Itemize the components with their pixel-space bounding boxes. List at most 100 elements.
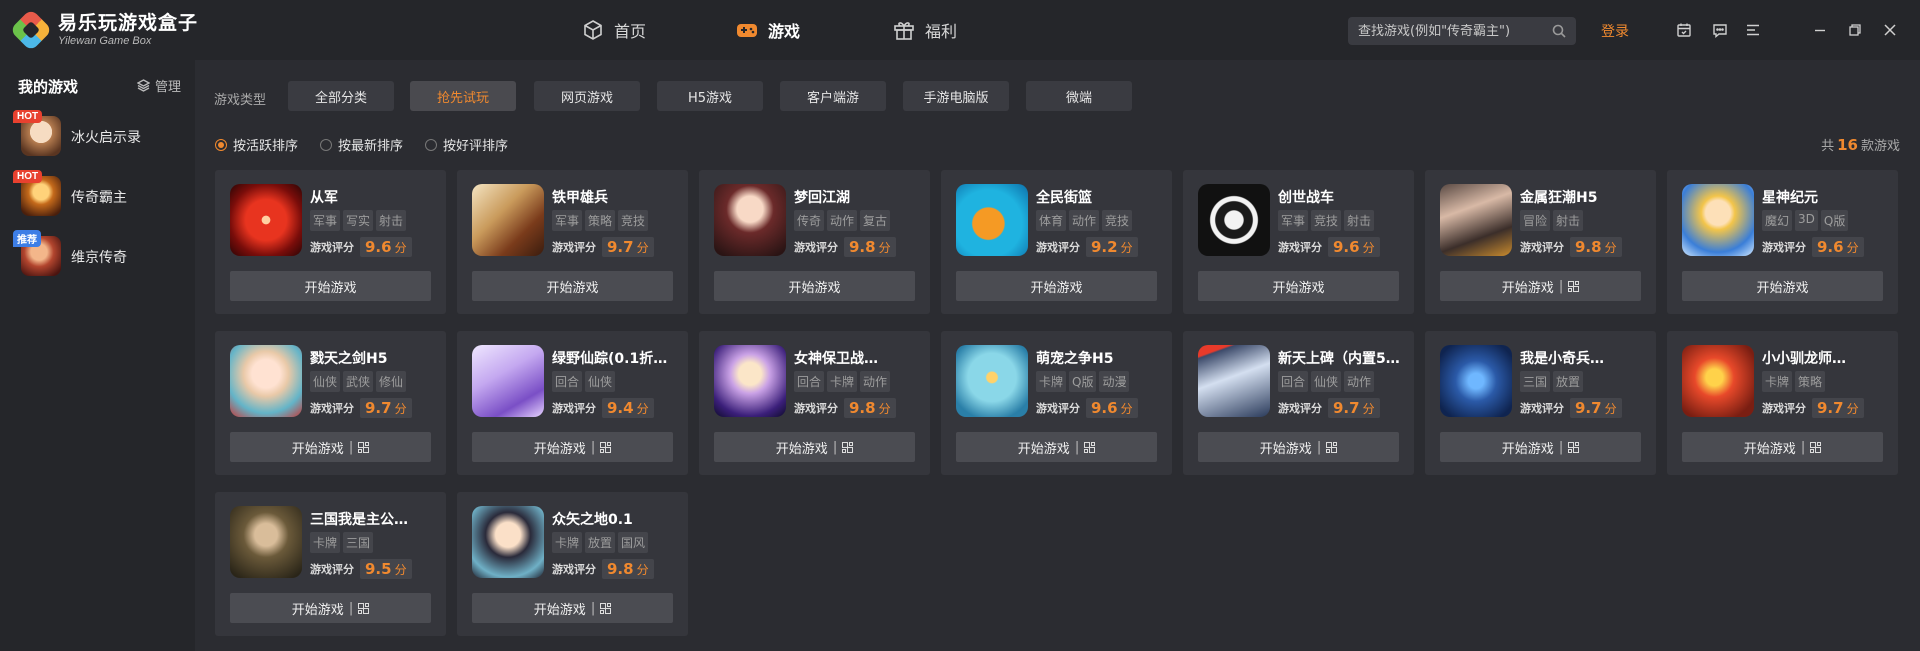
game-card[interactable]: 金属狂潮H5 冒险 射击 游戏评分 9.8 分开始游戏 | (1425, 170, 1656, 314)
close-icon[interactable] (1882, 22, 1898, 38)
sidebar-item-binghuo[interactable]: HOT 冰火启示录 (0, 110, 195, 160)
game-title[interactable]: 创世战车 (1278, 187, 1406, 207)
calendar-icon[interactable] (1676, 22, 1692, 38)
game-card[interactable]: 众矢之地0.1 卡牌 放置 国风 游戏评分 9.8 分开始游戏 | (457, 492, 688, 636)
game-icon[interactable] (714, 184, 786, 256)
game-title[interactable]: 全民街篮 (1036, 187, 1164, 207)
app-logo[interactable]: 易乐玩游戏盒子 Yilewan Game Box (9, 8, 198, 52)
game-title[interactable]: 梦回江湖 (794, 187, 922, 207)
start-game-button[interactable]: 开始游戏 (230, 271, 431, 301)
manage-button[interactable]: 管理 (137, 76, 181, 95)
game-card[interactable]: 萌宠之争H5 卡牌 Q版 动漫 游戏评分 9.6 分开始游戏 | (941, 331, 1172, 475)
start-game-button[interactable]: 开始游戏 | (472, 593, 673, 623)
game-card[interactable]: 梦回江湖 传奇 动作 复古 游戏评分 9.8 分开始游戏 (699, 170, 930, 314)
game-title[interactable]: 绿野仙踪(0.1折仙… (552, 348, 680, 368)
game-icon[interactable] (956, 184, 1028, 256)
game-card[interactable]: 全民街篮 体育 动作 竞技 游戏评分 9.2 分开始游戏 (941, 170, 1172, 314)
radio-unchecked[interactable] (425, 138, 437, 151)
message-icon[interactable] (1712, 22, 1728, 38)
qrcode-icon[interactable] (1810, 441, 1822, 453)
game-title[interactable]: 新天上碑（内置5折… (1278, 348, 1406, 368)
game-icon[interactable] (714, 345, 786, 417)
start-game-button[interactable]: 开始游戏 (956, 271, 1157, 301)
start-game-button[interactable]: 开始游戏 | (472, 432, 673, 462)
start-game-button[interactable]: 开始游戏 | (956, 432, 1157, 462)
game-icon[interactable] (1682, 184, 1754, 256)
filter-micro-client[interactable]: 微端 (1026, 81, 1132, 111)
game-icon[interactable] (1198, 345, 1270, 417)
search-icon[interactable] (1552, 24, 1566, 38)
game-card[interactable]: 新天上碑（内置5折… 回合 仙侠 动作 游戏评分 9.7 分开始游戏 | (1183, 331, 1414, 475)
game-icon[interactable] (1198, 184, 1270, 256)
start-game-button[interactable]: 开始游戏 | (714, 432, 915, 462)
restore-icon[interactable] (1847, 22, 1863, 38)
game-card[interactable]: 我是小奇兵… 三国 放置 游戏评分 9.7 分开始游戏 | (1425, 331, 1656, 475)
game-icon[interactable] (1440, 184, 1512, 256)
radio-checked[interactable] (215, 138, 227, 151)
game-title[interactable]: 萌宠之争H5 (1036, 348, 1164, 368)
game-icon[interactable] (1682, 345, 1754, 417)
filter-all[interactable]: 全部分类 (288, 81, 394, 111)
game-card[interactable]: 小小驯龙师… 卡牌 策略 游戏评分 9.7 分开始游戏 | (1667, 331, 1898, 475)
start-game-button[interactable]: 开始游戏 | (230, 593, 431, 623)
start-game-button[interactable]: 开始游戏 (714, 271, 915, 301)
qrcode-icon[interactable] (1568, 441, 1580, 453)
sidebar-item-weijing[interactable]: 推荐 维京传奇 (0, 230, 195, 280)
game-title[interactable]: 铁甲雄兵 (552, 187, 680, 207)
game-title[interactable]: 金属狂潮H5 (1520, 187, 1648, 207)
game-title[interactable]: 众矢之地0.1 (552, 509, 680, 529)
game-card[interactable]: 从军 军事 写实 射击 游戏评分 9.6 分开始游戏 (215, 170, 446, 314)
start-game-button[interactable]: 开始游戏 (472, 271, 673, 301)
filter-h5-games[interactable]: H5游戏 (657, 81, 763, 111)
search-input[interactable] (1358, 23, 1552, 39)
radio-unchecked[interactable] (320, 138, 332, 151)
minimize-icon[interactable] (1812, 22, 1828, 38)
filter-web-games[interactable]: 网页游戏 (534, 81, 640, 111)
game-card[interactable]: 女神保卫战… 回合 卡牌 动作 游戏评分 9.8 分开始游戏 | (699, 331, 930, 475)
sort-newest[interactable]: 按最新排序 (320, 135, 403, 154)
qrcode-icon[interactable] (600, 441, 612, 453)
game-icon[interactable] (956, 345, 1028, 417)
sidebar-item-chuanqi[interactable]: HOT 传奇霸主 (0, 170, 195, 220)
game-icon[interactable] (472, 506, 544, 578)
nav-home[interactable]: 首页 (582, 0, 646, 60)
game-title[interactable]: 我是小奇兵… (1520, 348, 1648, 368)
game-title[interactable]: 女神保卫战… (794, 348, 922, 368)
filter-early-access[interactable]: 抢先试玩 (410, 81, 516, 111)
qrcode-icon[interactable] (842, 441, 854, 453)
menu-icon[interactable] (1745, 22, 1761, 38)
start-game-button[interactable]: 开始游戏 | (230, 432, 431, 462)
start-game-button[interactable]: 开始游戏 | (1198, 432, 1399, 462)
start-game-button[interactable]: 开始游戏 | (1682, 432, 1883, 462)
qrcode-icon[interactable] (358, 441, 370, 453)
sort-rating[interactable]: 按好评排序 (425, 135, 508, 154)
start-game-button[interactable]: 开始游戏 (1682, 271, 1883, 301)
game-title[interactable]: 戮天之剑H5 (310, 348, 438, 368)
game-title[interactable]: 从军 (310, 187, 438, 207)
game-card[interactable]: 戮天之剑H5 仙侠 武侠 修仙 游戏评分 9.7 分开始游戏 | (215, 331, 446, 475)
nav-welfare[interactable]: 福利 (893, 0, 957, 60)
game-card[interactable]: 铁甲雄兵 军事 策略 竞技 游戏评分 9.7 分开始游戏 (457, 170, 688, 314)
game-card[interactable]: 创世战车 军事 竞技 射击 游戏评分 9.6 分开始游戏 (1183, 170, 1414, 314)
start-game-button[interactable]: 开始游戏 | (1440, 432, 1641, 462)
filter-client-games[interactable]: 客户端游 (780, 81, 886, 111)
start-game-button[interactable]: 开始游戏 (1198, 271, 1399, 301)
game-icon[interactable] (472, 345, 544, 417)
game-icon[interactable] (230, 345, 302, 417)
game-icon[interactable] (1440, 345, 1512, 417)
game-card[interactable]: 星神纪元 魔幻 3D Q版 游戏评分 9.6 分开始游戏 (1667, 170, 1898, 314)
game-icon[interactable] (230, 184, 302, 256)
qrcode-icon[interactable] (358, 602, 370, 614)
game-icon[interactable] (472, 184, 544, 256)
qrcode-icon[interactable] (1084, 441, 1096, 453)
game-title[interactable]: 小小驯龙师… (1762, 348, 1890, 368)
filter-mobile-pc[interactable]: 手游电脑版 (903, 81, 1009, 111)
qrcode-icon[interactable] (1568, 280, 1580, 292)
login-link[interactable]: 登录 (1601, 21, 1629, 41)
start-game-button[interactable]: 开始游戏 | (1440, 271, 1641, 301)
nav-games[interactable]: 游戏 (736, 0, 800, 60)
game-title[interactable]: 星神纪元 (1762, 187, 1890, 207)
game-icon[interactable] (230, 506, 302, 578)
sort-active[interactable]: 按活跃排序 (215, 135, 298, 154)
game-card[interactable]: 绿野仙踪(0.1折仙… 回合 仙侠 游戏评分 9.4 分开始游戏 | (457, 331, 688, 475)
